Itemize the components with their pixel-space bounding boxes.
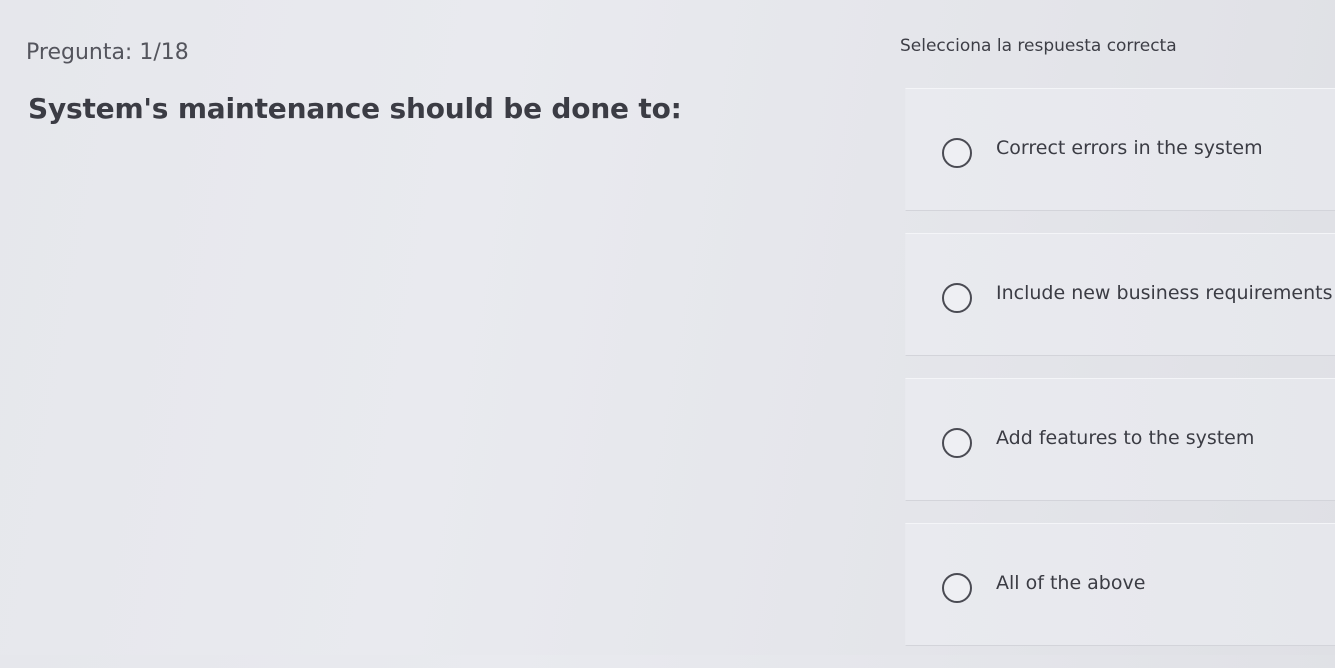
answer-option-3[interactable]: Add features to the system: [905, 378, 1335, 501]
answer-option-label: Include new business requirements: [996, 281, 1333, 304]
answer-option-2[interactable]: Include new business requirements: [905, 233, 1335, 356]
radio-button[interactable]: [942, 137, 972, 168]
instruction-text: Selecciona la respuesta correcta: [900, 36, 1177, 56]
question-counter: Pregunta: 1/18: [26, 40, 189, 65]
radio-button[interactable]: [942, 282, 972, 313]
answer-option-label: Correct errors in the system: [996, 136, 1263, 159]
answer-option-label: All of the above: [996, 571, 1146, 594]
answer-options: Correct errors in the system Include new…: [905, 88, 1335, 668]
answer-option-1[interactable]: Correct errors in the system: [905, 88, 1335, 211]
answer-option-label: Add features to the system: [996, 426, 1255, 449]
answer-option-4[interactable]: All of the above: [905, 523, 1335, 646]
radio-button[interactable]: [942, 427, 972, 458]
radio-button[interactable]: [942, 572, 972, 603]
question-text: System's maintenance should be done to:: [28, 92, 682, 125]
